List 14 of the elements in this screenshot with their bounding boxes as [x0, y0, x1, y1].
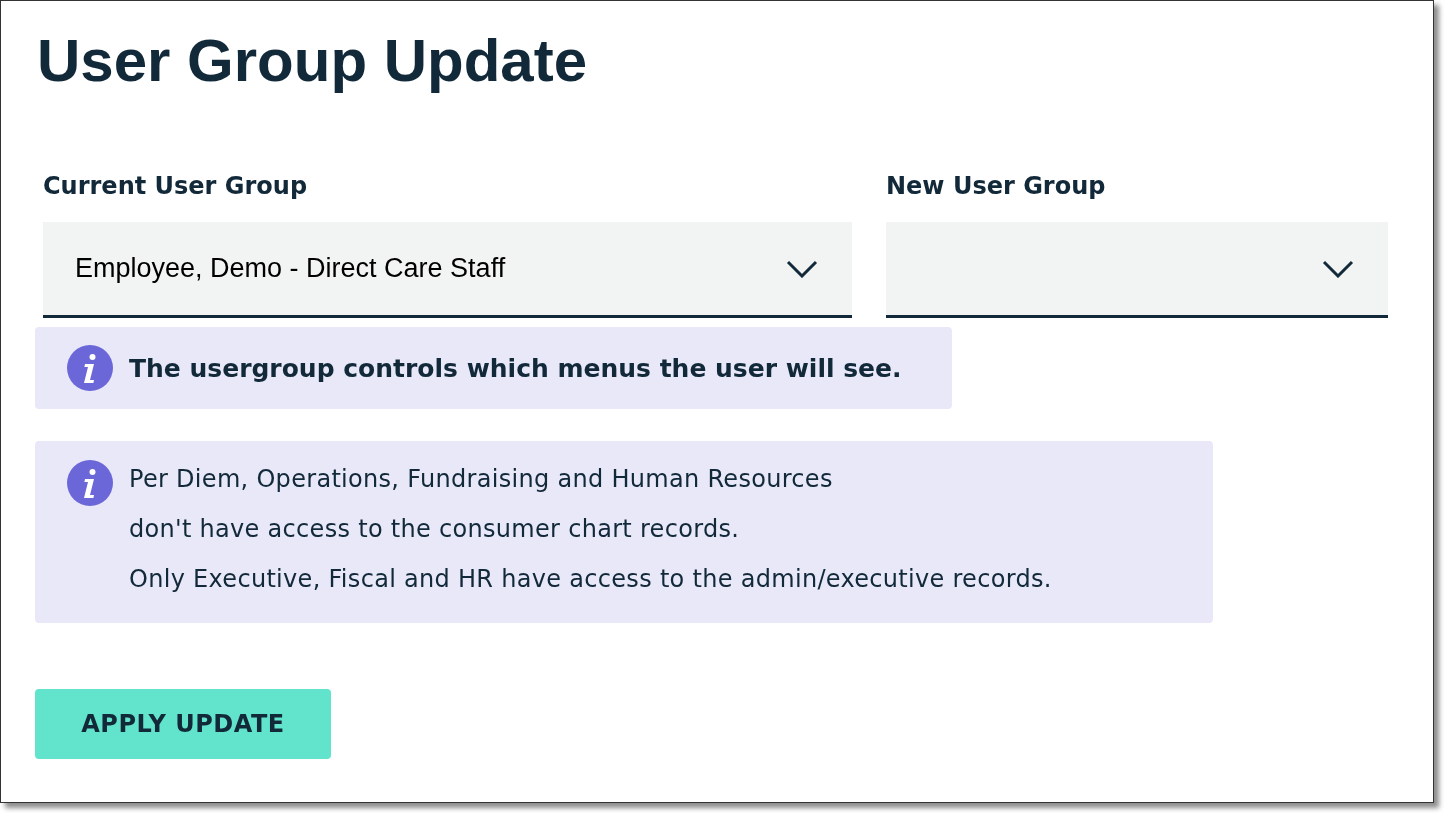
field-label: Current User Group	[43, 171, 308, 201]
chevron-down-icon	[1322, 259, 1354, 278]
notice-text: Only Executive, Fiscal and HR have access to the admin/executive records.	[129, 564, 1052, 595]
notice-text: don't have access to the consumer chart records.	[129, 514, 740, 545]
notice-text: Per Diem, Operations, Fundraising and Human Resources	[129, 464, 833, 495]
dropdown-field[interactable]	[886, 222, 1388, 318]
page-title: User Group Update	[37, 26, 589, 96]
info-icon	[67, 345, 113, 391]
notice-text: The usergroup controls which menus the user will see.	[129, 353, 902, 383]
dropdown-field[interactable]: Employee, Demo - Direct Care Staff	[43, 222, 852, 318]
chevron-down-icon	[786, 259, 818, 278]
apply-update-button[interactable]: APPLY UPDATE	[35, 689, 331, 759]
field-label: New User Group	[886, 171, 1106, 201]
info-icon	[67, 460, 113, 506]
